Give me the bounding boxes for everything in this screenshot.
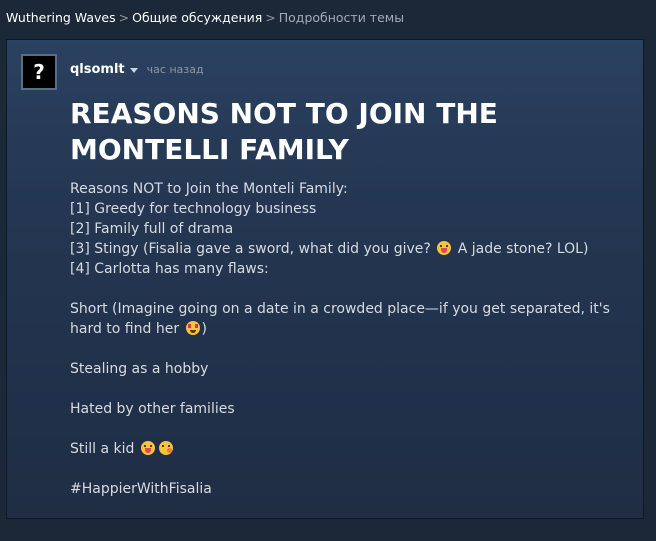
post-line: Short (Imagine going on a date in a crow… (70, 299, 630, 339)
topic-post: ? qlsomlt час назад REASONS NOT TO JOIN … (6, 39, 644, 519)
face-with-tongue-emoji-icon (437, 241, 452, 255)
post-line-text: A jade stone? LOL) (457, 241, 589, 257)
post-line: Still a kid (70, 439, 630, 459)
winking-tongue-emoji-icon (158, 441, 173, 455)
post-hashtag: #HappierWithFisalia (70, 481, 212, 497)
post-line: [4] Carlotta has many flaws: (70, 261, 269, 277)
breadcrumb-section-link[interactable]: Общие обсуждения (132, 10, 262, 25)
breadcrumb-current: Подробности темы (278, 10, 405, 25)
avatar-placeholder: ? (33, 60, 45, 84)
author-line: qlsomlt час назад (70, 62, 204, 77)
post-line: Reasons NOT to Join the Monteli Family: (70, 181, 348, 197)
post-timestamp: час назад (146, 63, 204, 76)
post-line: [2] Family full of drama (70, 221, 234, 237)
breadcrumb-separator: > (265, 10, 276, 25)
breadcrumb-game-link[interactable]: Wuthering Waves (6, 10, 116, 25)
author-name[interactable]: qlsomlt (70, 62, 125, 77)
post-line-text: ) (201, 321, 207, 337)
post-line-text: [3] Stingy (Fisalia gave a sword, what d… (70, 241, 431, 257)
topic-title: REASONS NOT TO JOIN THE MONTELLI FAMILY (70, 97, 498, 166)
post-line-text: Short (Imagine going on a date in a crow… (70, 301, 610, 337)
heart-eyes-emoji-icon (185, 321, 200, 335)
breadcrumb-separator: > (118, 10, 130, 25)
breadcrumb: Wuthering Waves > Общие обсуждения > Подробн… (6, 10, 404, 25)
post-line: Hated by other families (70, 401, 235, 417)
chevron-down-icon[interactable] (129, 67, 138, 73)
post-line: [1] Greedy for technology business (70, 201, 317, 217)
post-line: Stealing as a hobby (70, 361, 209, 377)
post-line-text: Still a kid (70, 441, 135, 457)
avatar[interactable]: ? (21, 54, 57, 90)
face-with-tongue-emoji-icon (140, 441, 155, 455)
post-body: Reasons NOT to Join the Monteli Family: … (70, 179, 630, 499)
post-line: [3] Stingy (Fisalia gave a sword, what d… (70, 239, 630, 259)
